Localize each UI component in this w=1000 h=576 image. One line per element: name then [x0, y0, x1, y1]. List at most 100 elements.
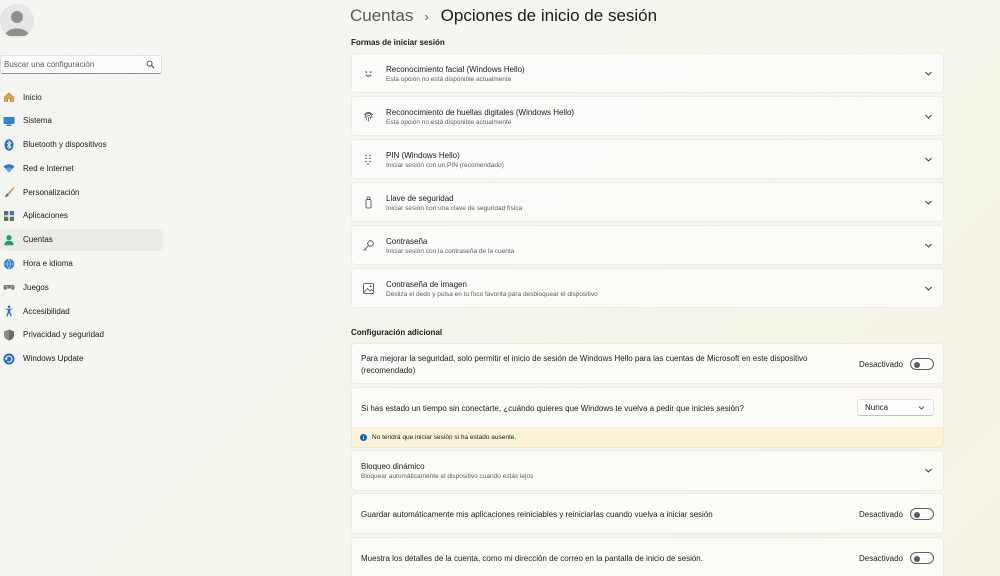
sidebar-item-aplicaciones[interactable]: Aplicaciones: [0, 205, 163, 227]
chevron-down-icon[interactable]: [924, 69, 933, 78]
sidebar-item-label: Inicio: [23, 92, 42, 102]
chevron-down-icon[interactable]: [924, 241, 933, 250]
away-info-bar: No tendrá que iniciar sesión si ha estad…: [351, 428, 944, 448]
key-icon: [362, 239, 375, 252]
option-subtitle: Iniciar sesión con una clave de segurida…: [386, 205, 523, 212]
signin-option-pin[interactable]: PIN (Windows Hello) Iniciar sesión con u…: [351, 139, 944, 179]
sidebar-item-label: Privacidad y seguridad: [23, 330, 104, 340]
sidebar-item-label: Personalización: [23, 187, 80, 197]
dropdown-selected-value: Nunca: [865, 403, 889, 412]
option-title: Contraseña: [386, 237, 428, 246]
sidebar-item-label: Juegos: [23, 282, 49, 292]
sidebar-item-label: Aplicaciones: [23, 211, 68, 221]
wifi-icon: [3, 162, 15, 174]
user-avatar-icon: [0, 4, 34, 38]
pin-keypad-icon: [362, 153, 375, 166]
signin-option-fingerprint[interactable]: Reconocimiento de huellas digitales (Win…: [351, 96, 944, 136]
signin-option-security-key[interactable]: Llave de seguridad Iniciar sesión con un…: [351, 182, 944, 222]
brush-icon: [3, 186, 15, 198]
info-text: No tendrá que iniciar sesión si ha estad…: [372, 434, 517, 441]
away-signin-label: Si has estado un tiempo sin conectarte, …: [361, 404, 744, 413]
option-title: Bloqueo dinámico: [361, 462, 425, 471]
setting-dynamic-lock[interactable]: Bloqueo dinámico Bloquear automáticament…: [351, 450, 944, 491]
toggle-knob: [914, 361, 920, 368]
update-icon: [3, 353, 15, 365]
breadcrumb-separator: ›: [424, 8, 429, 24]
sidebar-item-personalizacion[interactable]: Personalización: [0, 181, 163, 203]
restart-apps-toggle[interactable]: [910, 508, 934, 520]
usb-key-icon: [362, 196, 375, 209]
section-title-signin: Formas de iniciar sesión: [351, 38, 445, 47]
option-title: PIN (Windows Hello): [386, 151, 460, 160]
sidebar-nav: Inicio Sistema Bluetooth y dispositivos …: [0, 86, 163, 372]
home-icon: [3, 91, 15, 103]
hello-only-toggle[interactable]: [910, 358, 934, 370]
chevron-down-icon[interactable]: [924, 466, 933, 475]
sidebar-item-label: Bluetooth y dispositivos: [23, 140, 107, 150]
settings-search-box[interactable]: [0, 55, 162, 74]
option-subtitle: Esta opción no está disponible actualmen…: [386, 119, 512, 126]
option-title: Reconocimiento facial (Windows Hello): [386, 65, 525, 74]
settings-search-input[interactable]: [4, 60, 144, 69]
sidebar-item-windows-update[interactable]: Windows Update: [0, 348, 163, 370]
setting-away-signin: Si has estado un tiempo sin conectarte, …: [351, 387, 944, 428]
fingerprint-icon: [362, 110, 375, 123]
hello-only-label-line1: Para mejorar la seguridad, solo permitir…: [361, 354, 808, 363]
toggle-knob: [914, 555, 920, 562]
sidebar-item-label: Cuentas: [23, 235, 53, 245]
globe-clock-icon: [3, 258, 15, 270]
sidebar-item-label: Accesibilidad: [23, 306, 70, 316]
section-title-additional: Configuración adicional: [351, 328, 443, 337]
sidebar-item-privacidad[interactable]: Privacidad y seguridad: [0, 324, 163, 346]
sidebar-item-red[interactable]: Red e Internet: [0, 157, 163, 179]
chevron-down-icon[interactable]: [924, 284, 933, 293]
signin-option-picture-password[interactable]: Contraseña de imagen Desliza el dedo y p…: [351, 268, 944, 308]
user-avatar[interactable]: [0, 4, 34, 38]
hello-only-label-line2: (recomendado): [361, 366, 416, 375]
bluetooth-icon: [3, 138, 15, 151]
system-icon: [3, 115, 15, 127]
sidebar-item-juegos[interactable]: Juegos: [0, 276, 163, 298]
setting-hello-only: Para mejorar la seguridad, solo permitir…: [351, 343, 944, 384]
option-title: Contraseña de imagen: [386, 280, 467, 289]
gamepad-icon: [3, 281, 15, 293]
option-subtitle: Iniciar sesión con la contraseña de la c…: [386, 248, 515, 255]
sidebar-item-sistema[interactable]: Sistema: [0, 110, 163, 132]
account-details-toggle[interactable]: [910, 552, 934, 564]
sidebar-item-label: Windows Update: [23, 354, 84, 364]
option-subtitle: Esta opción no está disponible actualmen…: [386, 76, 512, 83]
sidebar-item-label: Sistema: [23, 116, 52, 126]
account-details-label: Muestra los detalles de la cuenta, como …: [361, 554, 703, 563]
sidebar: Inicio Sistema Bluetooth y dispositivos …: [0, 0, 168, 576]
sidebar-item-inicio[interactable]: Inicio: [0, 86, 163, 108]
option-title: Llave de seguridad: [386, 194, 454, 203]
apps-icon: [3, 210, 15, 222]
toggle-state-label: Desactivado: [858, 510, 903, 519]
option-subtitle: Iniciar sesión con un PIN (recomendado): [386, 162, 504, 169]
person-icon: [3, 234, 15, 246]
chevron-down-icon[interactable]: [924, 112, 933, 121]
away-signin-dropdown[interactable]: Nunca: [857, 399, 934, 416]
option-subtitle: Desliza el dedo y pulsa en tu foco favor…: [386, 291, 598, 298]
sidebar-item-accesibilidad[interactable]: Accesibilidad: [0, 300, 163, 322]
chevron-down-icon[interactable]: [924, 155, 933, 164]
image-icon: [362, 282, 375, 295]
chevron-down-icon[interactable]: [924, 198, 933, 207]
option-subtitle: Bloquear automáticamente el dispositivo …: [361, 473, 534, 480]
signin-option-password[interactable]: Contraseña Iniciar sesión con la contras…: [351, 225, 944, 265]
sidebar-item-label: Hora e idioma: [23, 259, 73, 269]
restart-apps-label: Guardar automáticamente mis aplicaciones…: [361, 510, 713, 519]
toggle-knob: [914, 511, 920, 518]
page-title: Opciones de inicio de sesión: [440, 6, 658, 25]
face-icon: [362, 67, 375, 80]
toggle-state-label: Desactivado: [858, 360, 903, 369]
sidebar-item-cuentas[interactable]: Cuentas: [0, 228, 163, 251]
info-icon: [360, 434, 367, 441]
sidebar-item-bluetooth[interactable]: Bluetooth y dispositivos: [0, 134, 163, 156]
search-icon[interactable]: [146, 60, 155, 69]
sidebar-item-hora[interactable]: Hora e idioma: [0, 253, 163, 275]
accessibility-icon: [3, 305, 15, 317]
signin-option-face[interactable]: Reconocimiento facial (Windows Hello) Es…: [351, 53, 944, 93]
sidebar-item-label: Red e Internet: [23, 163, 74, 173]
breadcrumb-parent-cuentas[interactable]: Cuentas: [350, 6, 413, 26]
